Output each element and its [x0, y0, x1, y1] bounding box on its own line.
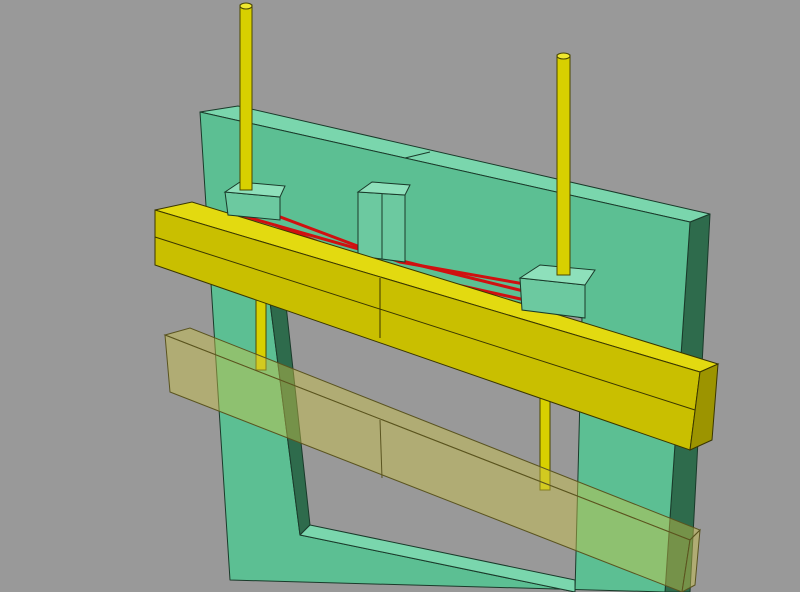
right-rod-cap [556, 52, 571, 60]
left-rod-cap [239, 2, 253, 10]
left-rod-upper [239, 4, 253, 191]
cad-viewport[interactable] [0, 0, 800, 592]
model-canvas [154, 2, 720, 592]
right-rod-upper [556, 54, 571, 276]
